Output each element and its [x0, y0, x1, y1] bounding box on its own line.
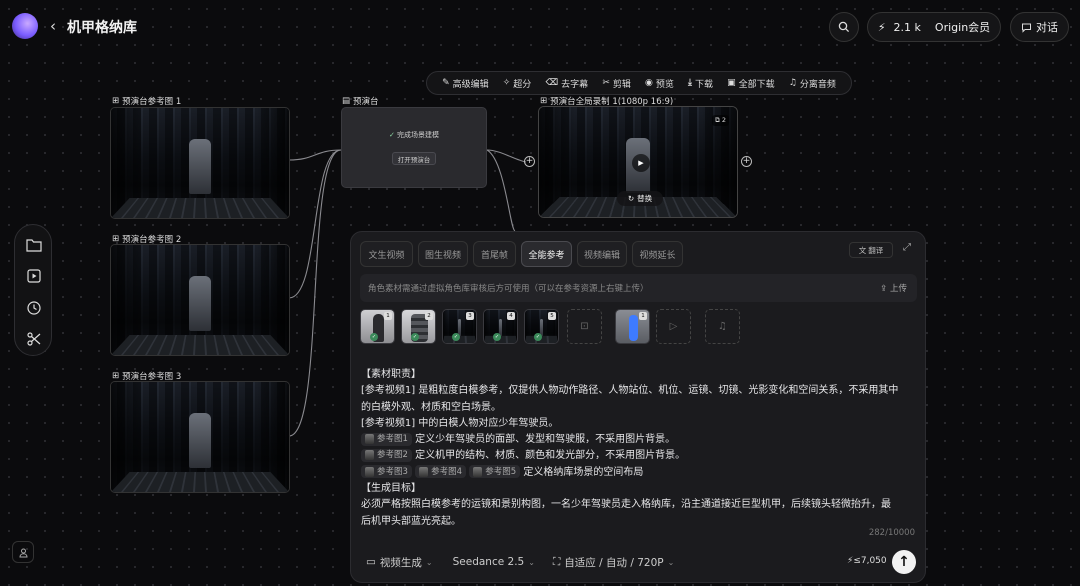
mode-select[interactable]: ▭ 视频生成 ⌄	[366, 555, 433, 570]
music-note-icon: ♫	[718, 321, 727, 332]
ref-node-2[interactable]	[110, 244, 290, 356]
hangar-image	[111, 382, 289, 492]
tab-image-to-video[interactable]: 图生视频	[418, 241, 468, 267]
chevron-down-icon: ⌄	[667, 557, 675, 567]
credit-cost: ⚡≤7,050	[847, 556, 887, 566]
image-add-icon: ⊡	[580, 321, 589, 332]
open-stage-button[interactable]: 打开预演台	[392, 152, 436, 165]
translate-icon: 文	[858, 245, 867, 255]
check-icon: ✓	[452, 333, 460, 341]
image-icon: ⊞	[112, 234, 120, 244]
video-node[interactable]: ⧉ 2 ▶ ↻ 替换	[538, 106, 738, 218]
replace-button[interactable]: ↻ 替换	[617, 191, 663, 206]
notice-text: 角色素材需通过虚拟角色库审核后方可使用（可以在参考资源上右键上传）	[368, 284, 649, 294]
add-image-slot[interactable]: ⊡	[567, 309, 602, 344]
ref-thumb-1[interactable]: 1 ✓	[360, 309, 395, 344]
video-add-icon: ▷	[669, 321, 678, 332]
ref-chip-5[interactable]: 参考图5	[469, 465, 521, 479]
stage-status: ✓ 完成场景建模	[388, 131, 440, 139]
history-icon[interactable]	[24, 298, 44, 318]
upload-button[interactable]: ⇪ 上传	[880, 282, 907, 294]
hangar-image	[111, 108, 289, 218]
stage-icon: ▤	[342, 96, 351, 106]
folder-icon[interactable]	[24, 235, 44, 255]
ref-thumb-2[interactable]: 2 ✓	[401, 309, 436, 344]
tab-omni-reference[interactable]: 全能参考	[521, 241, 572, 267]
thumb-icon	[365, 466, 374, 477]
ref-chip-4[interactable]: 参考图4	[415, 465, 467, 479]
ref-chip-1[interactable]: 参考图1	[361, 432, 412, 446]
ref-chip-2[interactable]: 参考图2	[361, 448, 412, 462]
aspect-ratio-icon: ⛶	[552, 555, 561, 568]
chevron-down-icon: ⌄	[425, 557, 433, 567]
ref-thumb-5[interactable]: 5 ✓	[524, 309, 559, 344]
user-button[interactable]	[12, 541, 34, 563]
check-icon: ✓	[493, 333, 501, 341]
settings-select[interactable]: ⛶ 自适应 / 自动 / 720P ⌄	[553, 555, 674, 570]
add-node-icon[interactable]: +	[524, 156, 535, 167]
version-badge: ⧉ 2	[712, 115, 729, 126]
ref-chip-3[interactable]: 参考图3	[361, 465, 412, 479]
check-icon: ✓	[370, 333, 378, 341]
thumb-icon	[365, 450, 374, 461]
thumb-icon	[473, 466, 483, 477]
image-icon: ⊞	[112, 371, 120, 381]
ref-video-thumb[interactable]: 1	[615, 309, 650, 344]
media-icon[interactable]	[24, 266, 44, 286]
translate-button[interactable]: 文翻译	[849, 242, 893, 258]
tab-video-extend[interactable]: 视频延长	[632, 241, 683, 267]
refresh-icon: ↻	[627, 194, 635, 203]
thumb-icon	[419, 466, 429, 477]
ref-node-1[interactable]	[110, 107, 290, 219]
stage-node[interactable]: ✓ 完成场景建模 打开预演台	[341, 107, 487, 188]
check-icon: ✓	[411, 333, 419, 341]
video-camera-icon: ▭	[366, 556, 376, 568]
generation-options: ▭ 视频生成 ⌄ Seedance 2.5 ⌄ ⛶ 自适应 / 自动 / 720P ⌄	[366, 550, 906, 574]
check-icon: ✓	[534, 333, 542, 341]
add-node-icon[interactable]: +	[741, 156, 752, 167]
ref-thumb-3[interactable]: 3 ✓	[442, 309, 477, 344]
model-select[interactable]: Seedance 2.5 ⌄	[453, 556, 535, 568]
generation-panel: 文生视频 图生视频 首尾帧 全能参考 视频编辑 视频延长 文翻译 ⤢ 角色素材需…	[350, 231, 926, 583]
hangar-image	[111, 245, 289, 355]
video-icon: ⊞	[540, 96, 548, 106]
image-icon: ⊞	[112, 96, 120, 106]
upload-icon: ⇪	[880, 284, 888, 294]
thumb-icon	[365, 434, 374, 445]
play-icon[interactable]: ▶	[632, 154, 650, 172]
stage-node-label: ▤ 预演台	[342, 96, 379, 107]
generate-button[interactable]: ↑	[892, 550, 916, 574]
tab-text-to-video[interactable]: 文生视频	[360, 241, 413, 267]
expand-icon[interactable]: ⤢	[903, 242, 911, 253]
ref-thumb-4[interactable]: 4 ✓	[483, 309, 518, 344]
prompt-editor[interactable]: 【素材职责】 [参考视频1] 是粗粒度白模参考，仅提供人物动作路径、人物站位、机…	[361, 367, 921, 530]
tab-video-edit[interactable]: 视频编辑	[577, 241, 627, 267]
scissors-icon[interactable]	[24, 329, 44, 349]
ref-node-3[interactable]	[110, 381, 290, 493]
arrow-up-icon: ↑	[898, 554, 910, 570]
tab-first-last-frame[interactable]: 首尾帧	[473, 241, 516, 267]
notice-bar: 角色素材需通过虚拟角色库审核后方可使用（可以在参考资源上右键上传） ⇪ 上传	[360, 274, 917, 302]
add-audio-slot[interactable]: ♫	[705, 309, 740, 344]
char-counter: 282/10000	[868, 528, 915, 538]
chevron-down-icon: ⌄	[528, 557, 535, 567]
add-video-slot[interactable]: ▷	[656, 309, 691, 344]
user-icon	[18, 548, 28, 557]
ref-node-label-1: ⊞ 预演台参考图 1	[112, 96, 182, 107]
check-icon: ✓	[388, 131, 395, 139]
left-sidebar	[14, 224, 52, 356]
